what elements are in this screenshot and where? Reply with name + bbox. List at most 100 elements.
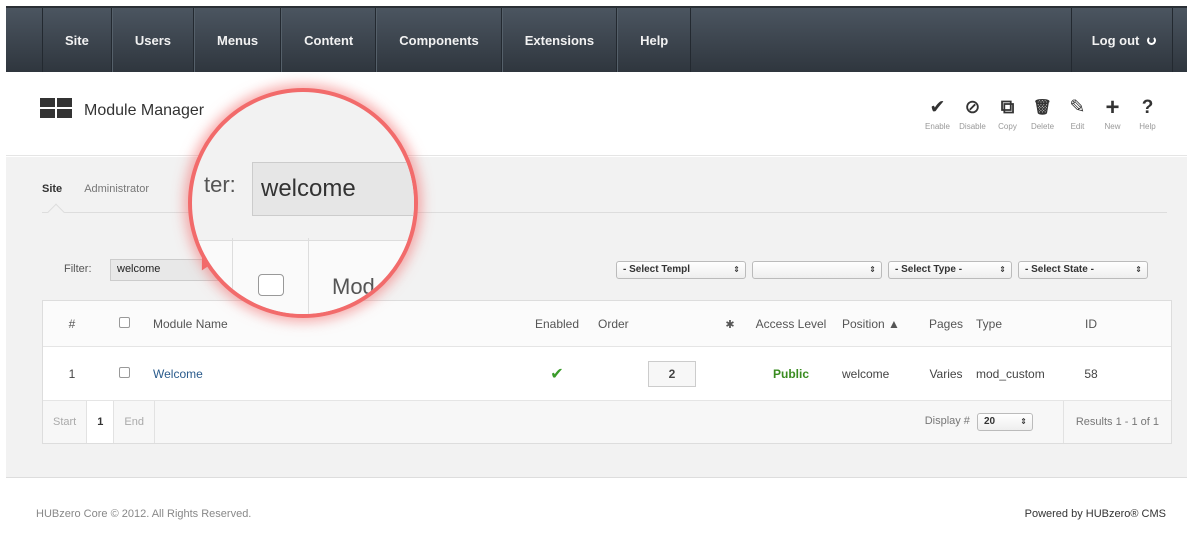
row-order-cell: 2 xyxy=(592,360,714,387)
powered-by-text: Powered by HUBzero® CMS xyxy=(1024,508,1166,520)
magnified-col-line xyxy=(308,238,309,314)
help-label: Help xyxy=(1139,122,1156,131)
copyright-text: HUBzero Core © 2012. All Rights Reserved… xyxy=(36,508,252,520)
pagination-end[interactable]: End xyxy=(114,401,155,443)
new-button[interactable]: + New xyxy=(1097,94,1128,132)
pencil-icon: ✎ xyxy=(1069,97,1086,118)
select-blank[interactable]: ⇕ xyxy=(752,261,882,279)
table-row: 1 Welcome ✔ 2 Public welcome Varies mod_… xyxy=(43,347,1171,401)
col-checkall xyxy=(101,316,147,331)
pagination-row: Start 1 End Display # 20 ⇕ Results 1 - 1 … xyxy=(43,401,1171,443)
row-pages: Varies xyxy=(929,366,963,381)
enable-label: Enable xyxy=(925,122,950,131)
select-arrow-icon: ⇕ xyxy=(733,265,740,274)
tab-administrator[interactable]: Administrator xyxy=(84,183,149,195)
trash-icon: 🗑 xyxy=(1032,99,1053,116)
help-icon: ? xyxy=(1141,97,1154,118)
col-type[interactable]: Type xyxy=(970,317,1066,331)
checkin-icon: ✱ xyxy=(725,318,735,331)
magnifier-callout: ter: welcome Mod xyxy=(188,88,418,318)
plus-icon: + xyxy=(1105,94,1120,121)
tab-site[interactable]: Site xyxy=(42,183,62,195)
row-num: 1 xyxy=(68,366,76,381)
nav-extensions[interactable]: Extensions xyxy=(501,8,618,74)
results-count: Results 1 - 1 of 1 xyxy=(1062,401,1171,443)
col-module-name[interactable]: Module Name xyxy=(147,317,522,331)
module-grid-icon xyxy=(40,98,72,118)
filter-selects: - Select Templ ⇕ ⇕ - Select Type - ⇕ - Sel… xyxy=(616,261,1148,279)
copy-icon: ⧉ xyxy=(1000,97,1015,118)
row-access-cell: Public xyxy=(746,367,836,381)
col-checkin[interactable]: ✱ xyxy=(714,317,746,331)
page-title: Module Manager xyxy=(84,102,205,119)
col-num[interactable]: # xyxy=(43,317,101,331)
row-name-cell: Welcome xyxy=(147,367,522,381)
help-button[interactable]: ? Help xyxy=(1132,97,1163,132)
subtabs: Site Administrator xyxy=(42,183,149,195)
display-label: Display # xyxy=(924,415,970,427)
select-arrow-icon: ⇕ xyxy=(1135,265,1142,274)
new-label: New xyxy=(1104,122,1121,131)
top-navbar: Site Users Menus Content Components Exte… xyxy=(6,6,1187,74)
delete-button[interactable]: 🗑 Delete xyxy=(1027,98,1058,131)
toolbar: ✔ Enable ⊘ Disable ⧉ Copy 🗑 Delete ✎ Edi… xyxy=(922,94,1163,132)
display-select-value: 20 xyxy=(984,416,996,427)
nav-site[interactable]: Site xyxy=(42,8,112,74)
content-panel: Site Administrator Filter: welcome - Sel… xyxy=(6,157,1187,478)
select-arrow-icon: ⇕ xyxy=(1020,417,1027,426)
nav-components[interactable]: Components xyxy=(376,8,502,74)
modules-table: # Module Name Enabled Order ✱ Access Lev… xyxy=(42,300,1172,444)
display-count: Display # 20 ⇕ xyxy=(925,413,1033,431)
copy-button[interactable]: ⧉ Copy xyxy=(992,97,1023,132)
main-nav: Site Users Menus Content Components Exte… xyxy=(42,8,692,74)
pagination-start[interactable]: Start xyxy=(43,401,88,443)
logout-label: Log out xyxy=(1091,33,1140,48)
col-access-level[interactable]: Access Level xyxy=(746,317,836,331)
copy-label: Copy xyxy=(998,122,1017,131)
power-icon xyxy=(1147,36,1156,45)
col-id[interactable]: ID xyxy=(1066,317,1116,331)
edit-button[interactable]: ✎ Edit xyxy=(1062,97,1093,132)
module-name-link[interactable]: Welcome xyxy=(153,367,203,381)
logout-button[interactable]: Log out xyxy=(1070,8,1173,74)
select-arrow-icon: ⇕ xyxy=(999,265,1006,274)
check-icon: ✔ xyxy=(929,97,946,118)
select-state-value: - Select State - xyxy=(1025,264,1094,275)
select-template[interactable]: - Select Templ ⇕ xyxy=(616,261,746,279)
row-checkbox[interactable] xyxy=(118,366,130,378)
nav-content[interactable]: Content xyxy=(281,8,377,74)
check-all-checkbox[interactable] xyxy=(118,316,130,328)
select-type[interactable]: - Select Type - ⇕ xyxy=(888,261,1012,279)
display-select[interactable]: 20 ⇕ xyxy=(977,413,1033,431)
magnified-header-text: Mod xyxy=(332,274,375,299)
magnified-col-line xyxy=(232,238,233,314)
enabled-check-icon[interactable]: ✔ xyxy=(550,366,563,383)
nav-help[interactable]: Help xyxy=(617,8,692,74)
filter-label: Filter: xyxy=(64,263,92,275)
row-enabled-cell: ✔ xyxy=(522,364,592,384)
col-position[interactable]: Position ▲ xyxy=(836,317,922,331)
select-template-value: - Select Templ xyxy=(623,264,691,275)
col-order[interactable]: Order xyxy=(592,317,714,331)
disable-button[interactable]: ⊘ Disable xyxy=(957,97,988,132)
nav-menus[interactable]: Menus xyxy=(193,8,282,74)
disable-icon: ⊘ xyxy=(964,97,981,118)
order-input[interactable]: 2 xyxy=(648,360,696,387)
magnified-checkbox xyxy=(258,274,284,296)
col-pages[interactable]: Pages xyxy=(922,317,970,331)
col-enabled[interactable]: Enabled xyxy=(522,317,592,331)
row-checkbox-cell xyxy=(101,366,147,381)
magnified-filter-label: ter: xyxy=(204,172,236,197)
nav-users[interactable]: Users xyxy=(111,8,194,74)
magnified-filter-input: welcome xyxy=(252,162,414,216)
magnified-divider xyxy=(192,240,414,241)
row-type: mod_custom xyxy=(976,366,1045,381)
select-state[interactable]: - Select State - ⇕ xyxy=(1018,261,1148,279)
page-header: Module Manager ✔ Enable ⊘ Disable ⧉ Copy… xyxy=(6,72,1187,156)
select-arrow-icon: ⇕ xyxy=(869,265,876,274)
edit-label: Edit xyxy=(1070,122,1085,131)
pagination-page-1[interactable]: 1 xyxy=(87,401,115,443)
enable-button[interactable]: ✔ Enable xyxy=(922,97,953,132)
disable-label: Disable xyxy=(959,122,986,131)
magnified-table-header xyxy=(192,240,414,314)
